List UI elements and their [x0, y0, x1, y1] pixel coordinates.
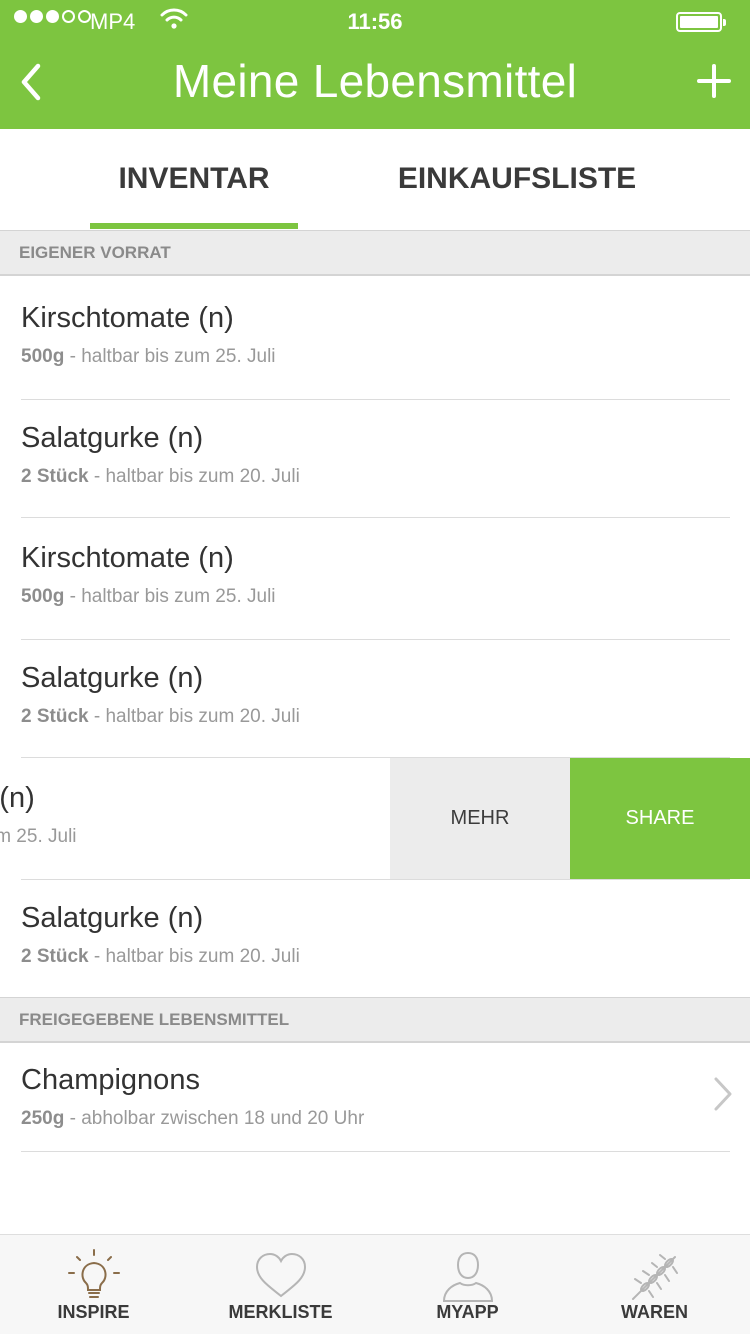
list-item-swiped[interactable]: Kirschtomate (n) 500g - haltbar bis zum … — [0, 758, 750, 879]
list-item[interactable]: Salatgurke (n) 2 Stück - haltbar bis zum… — [0, 638, 750, 758]
tabbar-label: INSPIRE — [57, 1302, 130, 1322]
tabbar-label: MERKLISTE — [228, 1302, 333, 1322]
page-title: Meine Lebensmittel — [172, 55, 578, 107]
heart-icon — [255, 1252, 306, 1298]
list-item[interactable]: Kirschtomate (n) 500g - haltbar bis zum … — [0, 518, 750, 638]
more-button[interactable]: MEHR — [390, 758, 570, 879]
item-meta: 2 Stück - haltbar bis zum 20. Juli — [21, 946, 300, 967]
status-bar: MP4 11:56 — [0, 0, 750, 44]
item-name: Kirschtomate (n) — [21, 302, 234, 334]
bottom-tab-bar: INSPIRE MERKLISTE MYAPP WAREN — [0, 1234, 750, 1334]
active-tab-indicator — [90, 223, 298, 229]
chevron-right-icon — [714, 1077, 732, 1111]
item-name: Salatgurke (n) — [21, 422, 204, 454]
tab-inventar[interactable]: INVENTAR — [90, 129, 298, 229]
item-name: Salatgurke (n) — [21, 662, 204, 694]
battery-icon — [676, 12, 726, 32]
item-name: Champignons — [21, 1064, 200, 1096]
lightbulb-icon — [67, 1249, 120, 1298]
item-name: Salatgurke (n) — [21, 902, 204, 934]
item-meta: 500g - haltbar bis zum 25. Juli — [21, 586, 276, 607]
plus-icon[interactable] — [697, 64, 731, 98]
tabbar-label: WAREN — [621, 1302, 688, 1322]
list-item[interactable]: Salatgurke (n) 2 Stück - haltbar bis zum… — [0, 398, 750, 518]
list-item[interactable]: Kirschtomate (n) 500g - haltbar bis zum … — [0, 278, 750, 398]
tabbar-item-waren[interactable]: WAREN — [561, 1235, 748, 1334]
tabbar-label: MYAPP — [436, 1302, 499, 1322]
wheat-icon — [631, 1254, 678, 1300]
segment-tabs: INVENTAR EINKAUFSLISTE — [0, 129, 750, 229]
status-time: 11:56 — [347, 9, 403, 34]
item-meta: 2 Stück - haltbar bis zum 20. Juli — [21, 706, 300, 727]
divider — [21, 1151, 730, 1152]
item-name: Kirschtomate (n) — [0, 782, 35, 814]
person-icon — [442, 1251, 493, 1302]
list-item[interactable]: Salatgurke (n) 2 Stück - haltbar bis zum… — [0, 878, 750, 998]
share-button[interactable]: SHARE — [570, 758, 750, 879]
item-meta: 500g - haltbar bis zum 25. Juli — [21, 346, 276, 367]
tabbar-item-inspire[interactable]: INSPIRE — [0, 1235, 187, 1334]
tab-einkaufsliste[interactable]: EINKAUFSLISTE — [390, 129, 644, 229]
item-meta: 2 Stück - haltbar bis zum 20. Juli — [21, 466, 300, 487]
tabbar-item-merkliste[interactable]: MERKLISTE — [187, 1235, 374, 1334]
tabbar-item-myapp[interactable]: MYAPP — [374, 1235, 561, 1334]
list-item[interactable]: Champignons 250g - abholbar zwischen 18 … — [0, 1040, 750, 1160]
item-meta: 250g - abholbar zwischen 18 und 20 Uhr — [21, 1108, 365, 1129]
item-name: Kirschtomate (n) — [21, 542, 234, 574]
section-header-freigegebene: FREIGEGEBENE LEBENSMITTEL — [0, 997, 750, 1043]
item-meta: 500g - haltbar bis zum 25. Juli — [0, 826, 77, 847]
section-header-eigener-vorrat: EIGENER VORRAT — [0, 230, 750, 276]
nav-header: MP4 11:56 Meine Lebensmittel — [0, 0, 750, 129]
